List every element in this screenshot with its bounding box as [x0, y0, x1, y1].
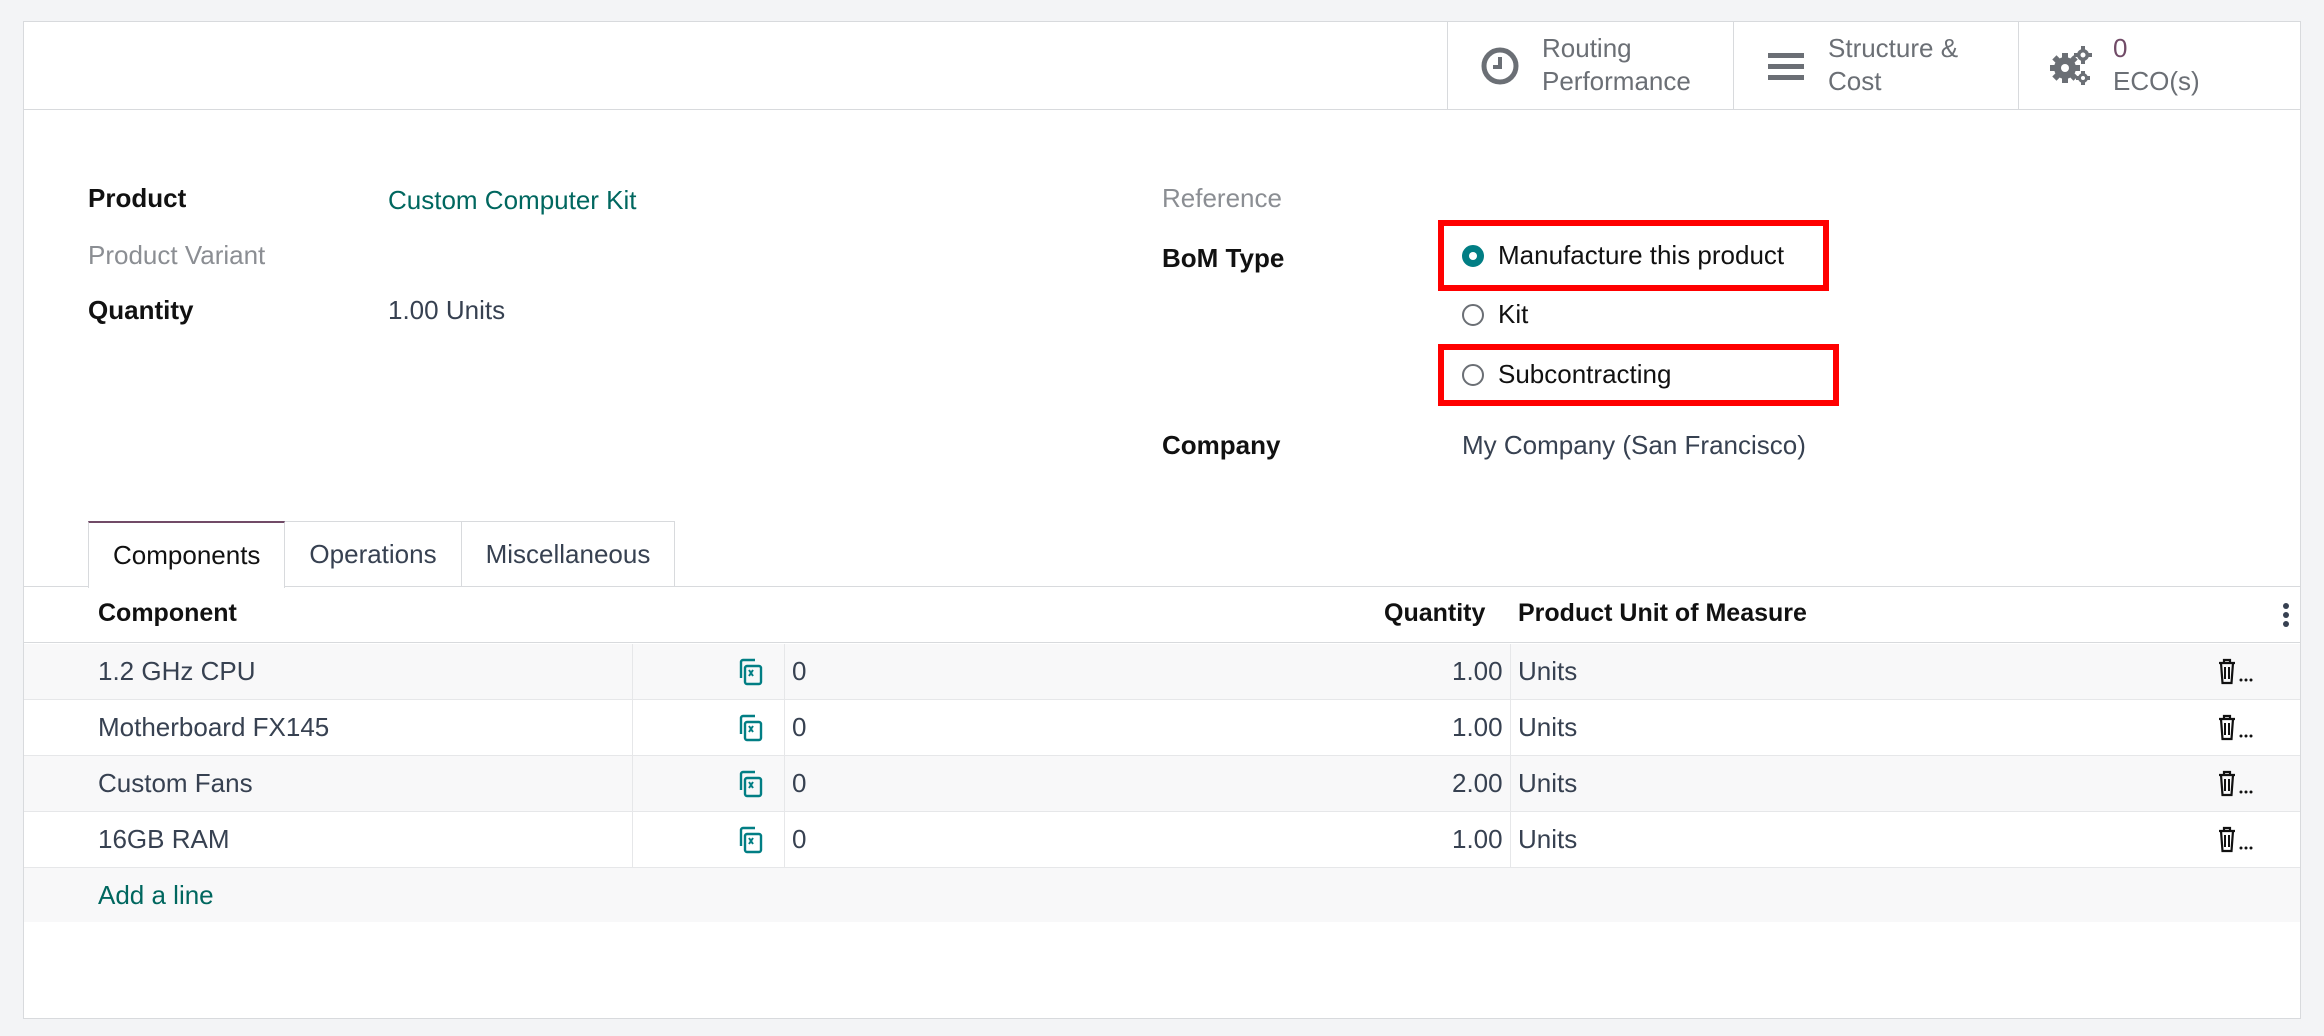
column-separator: [1510, 644, 1511, 868]
routing-performance-button[interactable]: Routing Performance: [1447, 22, 1733, 109]
trash-icon[interactable]: [2215, 824, 2255, 854]
tab-components[interactable]: Components: [88, 521, 286, 588]
company-value[interactable]: My Company (San Francisco): [1462, 429, 1806, 461]
extra-cell: 0: [792, 768, 807, 798]
component-cell[interactable]: Motherboard FX145: [98, 712, 329, 743]
product-variant-label: Product Variant: [88, 240, 266, 270]
table-row[interactable]: Custom Fans 0 2.00 Units: [24, 756, 2300, 812]
structure-label-line1: Structure &: [1828, 33, 1959, 63]
copy-icon[interactable]: [736, 713, 766, 743]
column-header-uom[interactable]: Product Unit of Measure: [1518, 599, 1807, 628]
radio-unchecked-icon[interactable]: [1462, 303, 1484, 326]
optional-columns-icon[interactable]: [2282, 602, 2290, 628]
component-cell[interactable]: 16GB RAM: [98, 824, 230, 855]
column-separator: [632, 644, 633, 868]
bom-type-manufacture-option[interactable]: Manufacture this product: [1462, 240, 1784, 271]
trash-icon[interactable]: [2215, 712, 2255, 742]
extra-cell: 0: [792, 656, 807, 686]
extra-cell: 0: [792, 712, 807, 742]
bom-type-subcontracting-option[interactable]: Subcontracting: [1462, 359, 1671, 390]
components-table-header: Component Quantity Product Unit of Measu…: [24, 587, 2300, 643]
trash-icon[interactable]: [2215, 656, 2255, 686]
extra-cell: 0: [792, 824, 807, 854]
clock-icon: [1481, 47, 1519, 85]
quantity-cell[interactable]: 2.00: [1452, 768, 1503, 799]
table-row[interactable]: 1.2 GHz CPU 0 1.00 Units: [24, 644, 2300, 700]
eco-button[interactable]: 0 ECO(s): [2018, 22, 2302, 109]
company-label: Company: [1162, 430, 1281, 460]
radio-checked-icon[interactable]: [1462, 244, 1484, 267]
bom-type-kit-option[interactable]: Kit: [1462, 299, 1528, 330]
gears-icon: [2050, 46, 2092, 85]
notebook-tabs: Components Operations Miscellaneous: [88, 521, 676, 588]
smart-button-bar: Routing Performance Structure & Cost 0 E…: [24, 22, 2300, 110]
copy-icon[interactable]: [736, 769, 766, 799]
column-header-component[interactable]: Component: [98, 599, 237, 628]
bom-type-manufacture-label: Manufacture this product: [1498, 240, 1785, 270]
tab-operations[interactable]: Operations: [284, 521, 462, 586]
column-separator: [784, 644, 785, 868]
trash-icon[interactable]: [2215, 768, 2255, 798]
product-link[interactable]: Custom Computer Kit: [388, 184, 637, 216]
bom-form-card: Routing Performance Structure & Cost 0 E…: [23, 21, 2301, 1019]
eco-count: 0: [2113, 33, 2128, 63]
bom-type-kit-label: Kit: [1498, 299, 1529, 329]
add-line-link[interactable]: Add a line: [98, 880, 214, 911]
column-header-quantity[interactable]: Quantity: [1384, 599, 1485, 628]
add-line-row: Add a line: [24, 868, 2300, 922]
routing-label-line1: Routing: [1542, 33, 1632, 63]
bom-type-subcontracting-label: Subcontracting: [1498, 359, 1672, 389]
product-label: Product: [88, 183, 187, 213]
uom-cell[interactable]: Units: [1518, 656, 1577, 687]
reference-label: Reference: [1162, 183, 1282, 213]
eco-label: ECO(s): [2113, 66, 2200, 96]
quantity-value[interactable]: 1.00 Units: [388, 294, 505, 326]
component-cell[interactable]: 1.2 GHz CPU: [98, 656, 256, 687]
quantity-cell[interactable]: 1.00: [1452, 824, 1503, 855]
uom-cell[interactable]: Units: [1518, 712, 1577, 743]
uom-cell[interactable]: Units: [1518, 768, 1577, 799]
quantity-label: Quantity: [88, 295, 194, 325]
copy-icon[interactable]: [736, 657, 766, 687]
quantity-cell[interactable]: 1.00: [1452, 712, 1503, 743]
quantity-cell[interactable]: 1.00: [1452, 656, 1503, 687]
routing-label-line2: Performance: [1542, 66, 1691, 96]
table-row[interactable]: 16GB RAM 0 1.00 Units: [24, 812, 2300, 868]
quantity-number: 1.00: [388, 295, 439, 325]
bom-type-label: BoM Type: [1162, 243, 1285, 273]
tab-miscellaneous[interactable]: Miscellaneous: [460, 521, 676, 586]
structure-cost-button[interactable]: Structure & Cost: [1733, 22, 2018, 109]
radio-unchecked-icon[interactable]: [1462, 363, 1484, 386]
copy-icon[interactable]: [736, 825, 766, 855]
structure-label-line2: Cost: [1828, 66, 1882, 96]
uom-cell[interactable]: Units: [1518, 824, 1577, 855]
table-row[interactable]: Motherboard FX145 0 1.00 Units: [24, 700, 2300, 756]
component-cell[interactable]: Custom Fans: [98, 768, 253, 799]
bars-icon: [1768, 53, 1804, 80]
quantity-uom: Units: [445, 295, 506, 325]
